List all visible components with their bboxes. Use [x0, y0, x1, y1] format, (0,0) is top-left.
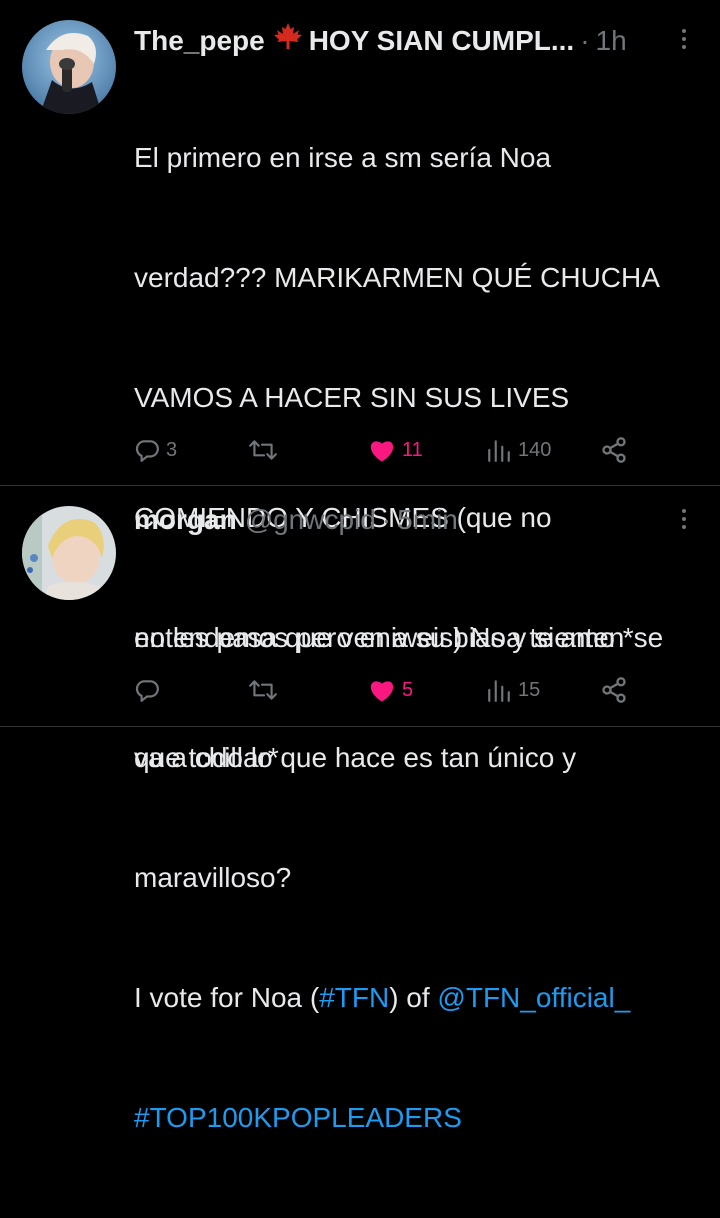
vote-line: I vote for Noa (#TFN) of @TFN_official_	[134, 978, 700, 1018]
retweet-icon	[249, 440, 277, 460]
like-count: 11	[402, 438, 423, 461]
tweet-actions: 3 11 140	[134, 432, 634, 468]
hashtag-link[interactable]: #TFN	[319, 982, 389, 1013]
reply-icon	[135, 680, 159, 702]
reply-button[interactable]: 3	[134, 432, 177, 468]
more-icon[interactable]	[674, 24, 694, 54]
tweet-text-line: verdad??? MARIKARMEN QUÉ CHUCHA	[134, 262, 660, 293]
views-icon	[488, 680, 510, 702]
display-name[interactable]: The_pepe	[134, 23, 265, 59]
tweet-2[interactable]: morgan @gnwcpid · 5min no les pasa que v…	[0, 486, 720, 893]
tweet-text-line: El primero en irse a sm sería Noa	[134, 142, 552, 173]
vote-mid: ) of	[389, 982, 438, 1013]
hashtag-link[interactable]: #TOP100KPOPLEADERS	[134, 1102, 462, 1133]
user-handle[interactable]: @gnwcpid	[245, 502, 376, 538]
share-button[interactable]	[600, 432, 628, 468]
tweet-header: morgan @gnwcpid · 5min	[134, 502, 660, 538]
tweet-text: no les pasa que ven a su bias y sienten …	[134, 538, 700, 978]
display-name[interactable]: morgan	[134, 502, 237, 538]
views-button[interactable]: 15	[486, 672, 540, 708]
views-icon	[488, 440, 510, 462]
more-icon[interactable]	[674, 504, 694, 534]
tweet-actions: 5 15	[134, 672, 634, 708]
share-icon	[602, 677, 626, 703]
like-count: 5	[402, 678, 414, 701]
mention-link[interactable]: @TFN_official_	[437, 982, 630, 1013]
tweet-1[interactable]: The_pepe HOY SIAN CUMPL... · 1h El prime…	[0, 0, 720, 1133]
tweet-text-line: maravilloso?	[134, 862, 292, 893]
retweet-button[interactable]	[248, 432, 284, 468]
reply-button[interactable]	[134, 672, 166, 708]
tweet-text-line: VAMOS A HACER SIN SUS LIVES	[134, 382, 570, 413]
tweet-header: The_pepe HOY SIAN CUMPL... · 1h	[134, 22, 660, 59]
avatar[interactable]	[22, 506, 116, 600]
heart-icon	[370, 441, 394, 462]
share-button[interactable]	[600, 672, 628, 708]
retweet-button[interactable]	[248, 672, 284, 708]
share-icon	[602, 437, 626, 463]
views-button[interactable]: 140	[486, 432, 551, 468]
maple-leaf-icon	[273, 22, 303, 59]
like-button[interactable]: 5	[368, 672, 413, 708]
reply-icon	[135, 440, 159, 462]
heart-icon	[370, 681, 394, 702]
timestamp[interactable]: 1h	[596, 23, 627, 59]
like-button[interactable]: 11	[368, 432, 423, 468]
tweet-text-line: que todo lo que hace es tan único y	[134, 742, 577, 773]
tweet-text-line: no les pasa que ven a su bias y sienten	[134, 622, 625, 653]
retweet-icon	[249, 680, 277, 700]
vote-prefix: I vote for Noa (	[134, 982, 320, 1013]
reply-count: 3	[166, 438, 178, 461]
avatar[interactable]	[22, 20, 116, 114]
views-count: 15	[518, 678, 541, 701]
separator-dot: ·	[381, 504, 392, 535]
divider	[0, 726, 720, 727]
separator-dot: ·	[580, 25, 590, 56]
display-name-suffix: HOY SIAN CUMPL...	[308, 25, 575, 56]
timestamp[interactable]: 5min	[397, 502, 458, 538]
views-count: 140	[518, 438, 552, 461]
